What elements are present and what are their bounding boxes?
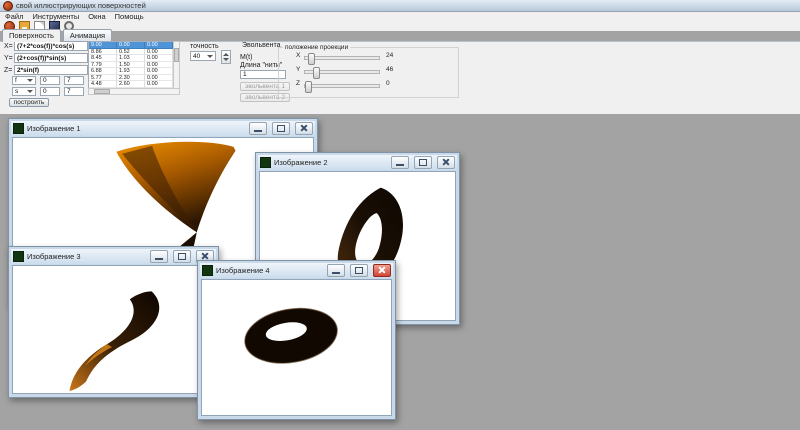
window-icon bbox=[13, 123, 24, 134]
z-slider-track[interactable] bbox=[304, 81, 380, 93]
coordinates-grid[interactable]: 9.00 0.00 0.00 8.86 0.52 0.00 8.45 1.03 0.00 7… bbox=[88, 41, 174, 89]
menu-windows[interactable]: Окна bbox=[88, 12, 105, 21]
param2-to-input[interactable] bbox=[64, 87, 84, 96]
window-title: Изображение 4 bbox=[216, 266, 270, 275]
tab-animation[interactable]: Анимация bbox=[62, 29, 113, 41]
menu-help[interactable]: Помощь bbox=[115, 12, 144, 21]
maximize-button[interactable] bbox=[414, 156, 432, 169]
table-row[interactable]: 4.48 2.60 0.00 bbox=[89, 81, 173, 88]
close-button[interactable] bbox=[373, 264, 391, 277]
x-formula-label: X= bbox=[4, 43, 13, 50]
scrollbar-thumb[interactable] bbox=[174, 48, 179, 62]
y-slider-track[interactable] bbox=[304, 67, 380, 79]
grid-vertical-scrollbar[interactable] bbox=[173, 41, 180, 89]
main-titlebar[interactable]: свой иллюстрирующих поверхностей bbox=[0, 0, 800, 12]
close-button[interactable] bbox=[295, 122, 313, 135]
precision-stepper[interactable] bbox=[221, 50, 231, 64]
z-slider-value: 0 bbox=[386, 80, 390, 87]
param1-var: f bbox=[15, 77, 17, 84]
param1-var-select[interactable]: f bbox=[12, 76, 36, 85]
param1-from-input[interactable] bbox=[40, 76, 60, 85]
x-formula-input[interactable] bbox=[14, 41, 88, 51]
toolbar bbox=[0, 20, 800, 32]
image-window-4[interactable]: Изображение 4 bbox=[197, 260, 396, 420]
precision-value: 40 bbox=[193, 52, 201, 60]
projection-title: положение проекции bbox=[285, 44, 349, 51]
involute-title: Эвольвента bbox=[242, 42, 281, 49]
z-formula-input[interactable] bbox=[14, 65, 88, 75]
minimize-button[interactable] bbox=[150, 250, 168, 263]
y-formula-label: Y= bbox=[4, 55, 13, 62]
chevron-down-icon bbox=[207, 54, 213, 58]
window-icon bbox=[260, 157, 271, 168]
minimize-button[interactable] bbox=[249, 122, 267, 135]
build-button[interactable]: построить bbox=[9, 98, 49, 107]
param1-to-input[interactable] bbox=[64, 76, 84, 85]
z-axis-label: Z bbox=[296, 80, 300, 87]
z-formula-label: Z= bbox=[4, 67, 13, 74]
surface-render-torus bbox=[244, 307, 338, 364]
param2-from-input[interactable] bbox=[40, 87, 60, 96]
param2-var: s bbox=[15, 88, 19, 95]
y-slider-value: 46 bbox=[386, 66, 394, 73]
window-titlebar[interactable]: Изображение 1 bbox=[11, 121, 315, 136]
x-slider-thumb[interactable] bbox=[308, 53, 315, 65]
close-button[interactable] bbox=[437, 156, 455, 169]
tab-surface[interactable]: Поверхность bbox=[2, 29, 61, 42]
x-slider-value: 24 bbox=[386, 52, 394, 59]
param2-var-select[interactable]: s bbox=[12, 87, 36, 96]
precision-label: точность bbox=[190, 43, 219, 50]
tabstrip: Поверхность Анимация bbox=[2, 29, 114, 42]
chevron-down-icon bbox=[27, 79, 33, 82]
maximize-button[interactable] bbox=[272, 122, 290, 135]
image-window-3[interactable]: Изображение 3 bbox=[8, 246, 219, 398]
window-icon bbox=[202, 265, 213, 276]
window-titlebar[interactable]: Изображение 4 bbox=[200, 263, 393, 278]
y-axis-label: Y bbox=[296, 66, 301, 73]
window-title: Изображение 2 bbox=[274, 158, 328, 167]
minimize-button[interactable] bbox=[391, 156, 409, 169]
maximize-button[interactable] bbox=[350, 264, 368, 277]
surface-render-wave bbox=[69, 291, 160, 392]
surface-canvas bbox=[12, 265, 215, 394]
x-axis-label: X bbox=[296, 52, 301, 59]
x-slider-track[interactable] bbox=[304, 53, 380, 65]
z-slider-thumb[interactable] bbox=[305, 81, 312, 93]
y-formula-input[interactable] bbox=[14, 53, 88, 63]
window-title: Изображение 3 bbox=[27, 252, 81, 261]
thread-length-label: Длина "нити" bbox=[240, 62, 283, 69]
maximize-button[interactable] bbox=[173, 250, 191, 263]
main-title: свой иллюстрирующих поверхностей bbox=[16, 1, 146, 10]
stepper-up-icon[interactable] bbox=[223, 53, 229, 56]
window-title: Изображение 1 bbox=[27, 124, 81, 133]
window-titlebar[interactable]: Изображение 2 bbox=[258, 155, 457, 170]
window-icon bbox=[13, 251, 24, 262]
menubar: Файл Инструменты Окна Помощь bbox=[0, 12, 800, 21]
involute-m-label: M(t) bbox=[240, 54, 253, 61]
grid-horizontal-scrollbar[interactable] bbox=[88, 88, 180, 95]
scrollbar-thumb[interactable] bbox=[94, 89, 110, 94]
window-titlebar[interactable]: Изображение 3 bbox=[11, 249, 216, 264]
surface-canvas bbox=[201, 279, 392, 416]
chevron-down-icon bbox=[27, 90, 33, 93]
minimize-button[interactable] bbox=[327, 264, 345, 277]
app-icon bbox=[3, 0, 13, 11]
y-slider-thumb[interactable] bbox=[313, 67, 320, 79]
stepper-down-icon[interactable] bbox=[223, 58, 229, 61]
precision-select[interactable]: 40 bbox=[190, 51, 216, 61]
